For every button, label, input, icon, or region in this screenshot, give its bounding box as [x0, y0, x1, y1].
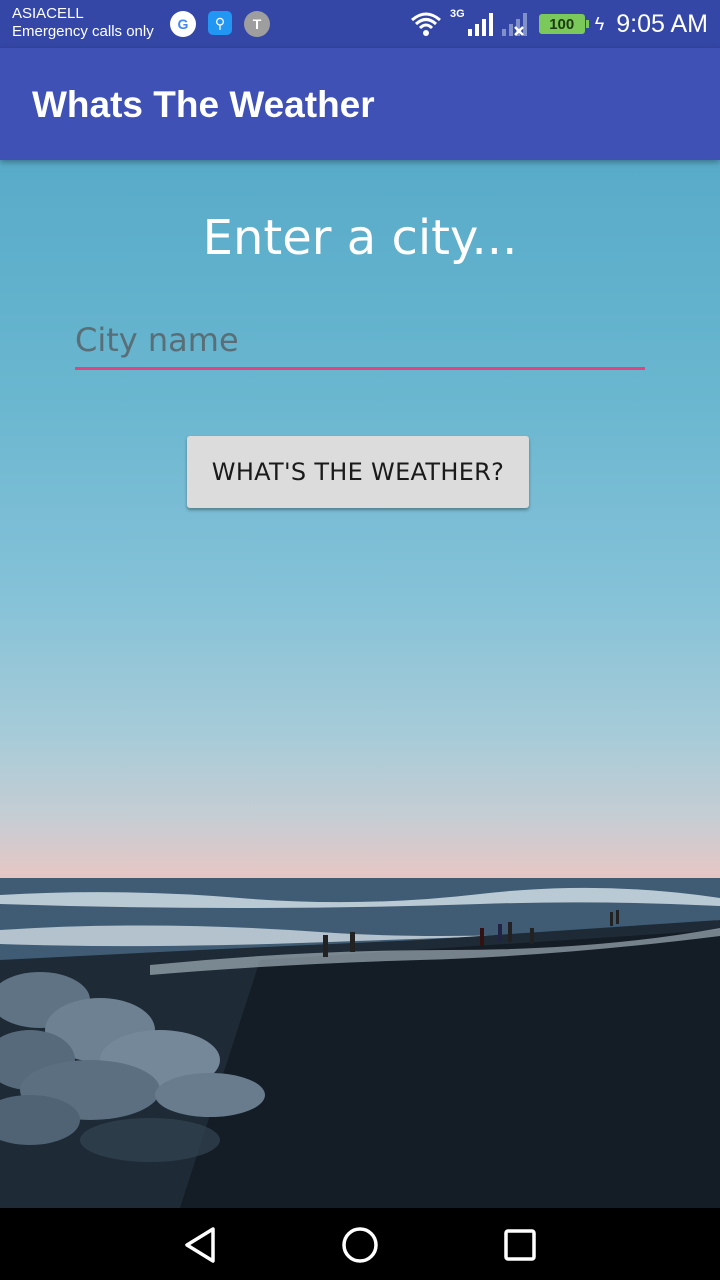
system-icons: 3G 100 ϟ 9:05 AM: [410, 6, 708, 42]
usb-icon: ⚲: [208, 11, 232, 35]
recent-apps-icon[interactable]: [500, 1225, 540, 1265]
app-bar: Whats The Weather: [0, 48, 720, 160]
charging-icon: ϟ: [594, 13, 605, 34]
t-icon: T: [244, 11, 270, 37]
clock: 9:05 AM: [616, 9, 708, 38]
wifi-icon: [410, 11, 442, 37]
city-name-input[interactable]: [75, 312, 645, 370]
app-title: Whats The Weather: [32, 84, 375, 125]
whats-the-weather-button[interactable]: WHAT'S THE WEATHER?: [187, 436, 529, 508]
battery-icon: 100: [538, 14, 589, 34]
carrier-status: Emergency calls only: [12, 23, 154, 40]
no-sim-signal-icon: [501, 11, 531, 37]
carrier-name: ASIACELL: [12, 5, 84, 22]
main-content: Enter a city... WHAT'S THE WEATHER?: [0, 160, 720, 1208]
notification-icons: G ⚲ T: [170, 11, 270, 37]
navigation-bar: [0, 1208, 720, 1280]
network-type: 3G: [450, 8, 465, 20]
back-icon[interactable]: [180, 1225, 220, 1265]
carrier-info: ASIACELL Emergency calls only: [12, 5, 154, 41]
prompt-heading: Enter a city...: [202, 210, 518, 266]
home-icon[interactable]: [340, 1225, 380, 1265]
google-icon: G: [170, 11, 196, 37]
signal-icon: [467, 11, 493, 37]
status-bar: ASIACELL Emergency calls only G ⚲ T 3G 1…: [0, 0, 720, 48]
